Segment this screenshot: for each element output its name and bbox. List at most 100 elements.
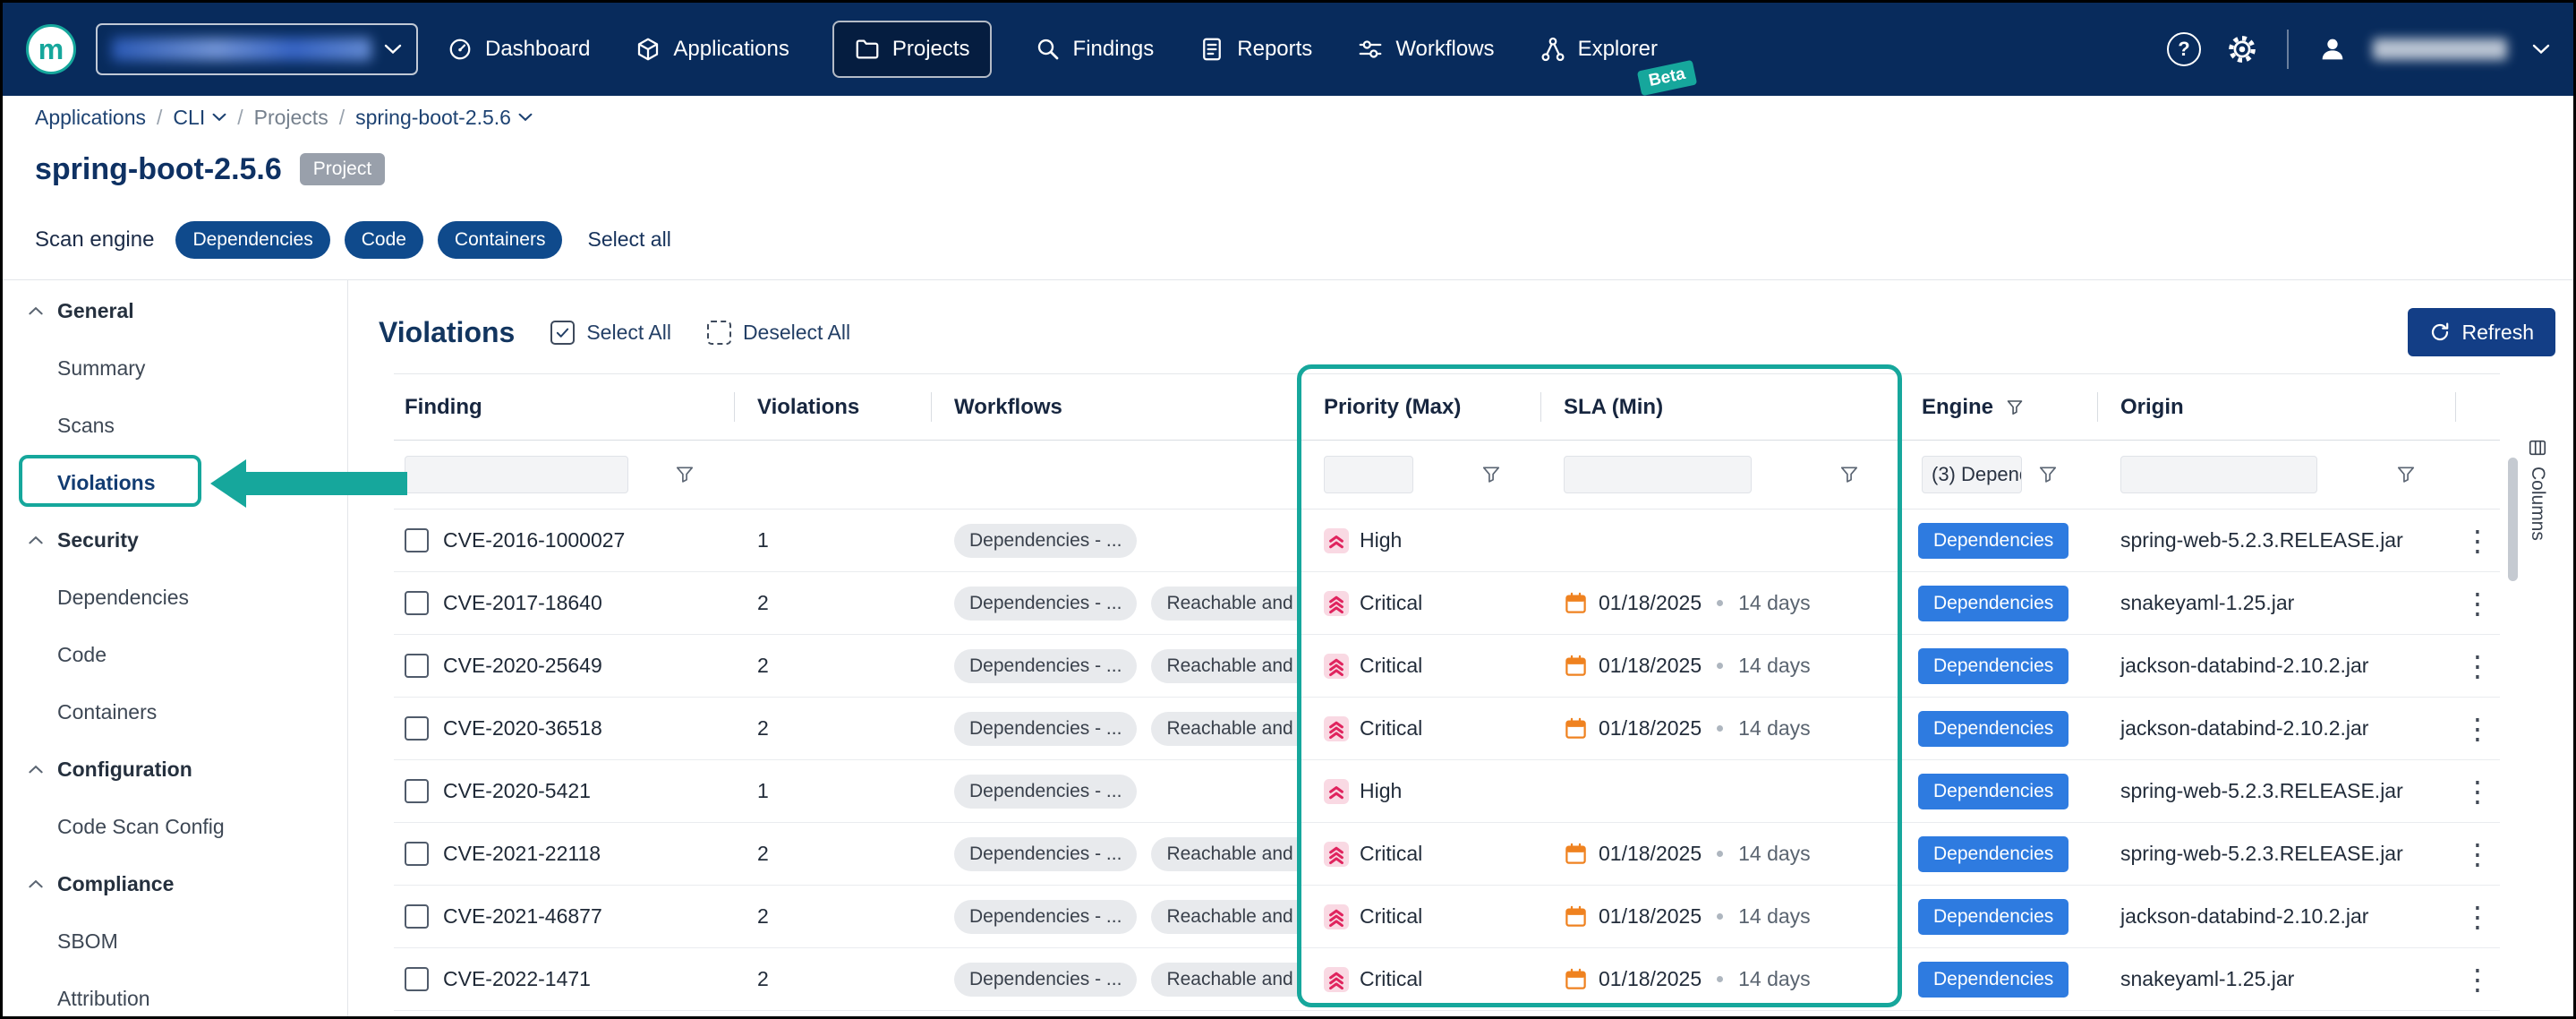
breadcrumb-cli[interactable]: CLI (173, 106, 226, 130)
finding-id[interactable]: CVE-2021-22118 (443, 842, 601, 866)
finding-id[interactable]: CVE-2020-36518 (443, 716, 602, 741)
priority-cell: High (1301, 760, 1540, 822)
breadcrumb-applications[interactable]: Applications (35, 106, 146, 130)
sidebar-section-configuration[interactable]: Configuration (3, 741, 347, 798)
sidebar-section-compliance[interactable]: Compliance (3, 855, 347, 912)
sidebar-item-scans[interactable]: Scans (3, 397, 347, 454)
engine-filter-input[interactable]: (3) Depend (1922, 456, 2022, 493)
sidebar-item-summary[interactable]: Summary (3, 339, 347, 397)
nav-item-dashboard[interactable]: Dashboard (445, 22, 592, 76)
row-menu-kebab[interactable]: ⋮ (2463, 777, 2492, 806)
checkbox-dashed-icon (707, 321, 731, 345)
nav-item-projects[interactable]: Projects (832, 21, 992, 78)
finding-id[interactable]: CVE-2022-1471 (443, 967, 591, 991)
scan-engine-containers[interactable]: Containers (438, 221, 563, 259)
row-checkbox[interactable] (405, 654, 429, 678)
breadcrumb-project[interactable]: spring-boot-2.5.6 (355, 106, 533, 130)
origin-filename: spring-web-5.2.3.RELEASE.jar (2120, 528, 2403, 552)
nav-item-reports[interactable]: Reports (1197, 22, 1314, 76)
scan-engine-code[interactable]: Code (345, 221, 423, 259)
sidebar-item-sbom[interactable]: SBOM (3, 912, 347, 970)
row-checkbox[interactable] (405, 528, 429, 552)
origin-filter-input[interactable] (2120, 456, 2317, 493)
row-menu-kebab[interactable]: ⋮ (2463, 903, 2492, 931)
row-menu-kebab[interactable]: ⋮ (2463, 965, 2492, 994)
finding-id[interactable]: CVE-2016-1000027 (443, 528, 625, 552)
finding-id[interactable]: CVE-2020-25649 (443, 654, 602, 678)
nav-item-workflows[interactable]: Workflows (1355, 22, 1496, 76)
filter-funnel-icon[interactable] (675, 465, 695, 484)
column-header-actions (2455, 374, 2500, 440)
scan-engine-dependencies[interactable]: Dependencies (175, 221, 329, 259)
help-button[interactable]: ? (2167, 32, 2201, 66)
violations-count: 2 (757, 654, 769, 678)
row-checkbox[interactable] (405, 904, 429, 929)
workflow-pill: Reachable and C... (1151, 712, 1301, 746)
workflow-pill: Dependencies - ... (954, 837, 1137, 871)
calendar-icon (1564, 591, 1588, 615)
column-header-origin[interactable]: Origin (2097, 374, 2455, 440)
sla-cell: 01/18/2025 14 days (1540, 823, 1898, 885)
column-header-sla[interactable]: SLA (Min) (1540, 374, 1898, 440)
filter-funnel-icon[interactable] (1481, 465, 1501, 484)
sidebar-item-code-scan-config[interactable]: Code Scan Config (3, 798, 347, 855)
row-menu-kebab[interactable]: ⋮ (2463, 652, 2492, 681)
column-header-priority[interactable]: Priority (Max) (1301, 374, 1540, 440)
origin-cell: spring-web-5.2.3.RELEASE.jar (2097, 760, 2455, 822)
sla-date: 01/18/2025 (1599, 842, 1702, 866)
sidebar-section-label: General (57, 299, 134, 323)
filter-funnel-icon[interactable] (2396, 465, 2416, 484)
nav-item-applications[interactable]: Applications (633, 22, 790, 76)
column-header-workflows[interactable]: Workflows (931, 374, 1301, 440)
sidebar-item-code[interactable]: Code (3, 626, 347, 683)
filter-funnel-icon[interactable] (1839, 465, 1859, 484)
origin-filename: spring-web-5.2.3.RELEASE.jar (2120, 842, 2403, 866)
sla-filter-input[interactable] (1564, 456, 1752, 493)
nav-item-label: Workflows (1395, 37, 1494, 62)
row-checkbox[interactable] (405, 716, 429, 741)
table-scrollbar-thumb[interactable] (2508, 458, 2518, 581)
severity-icon (1324, 967, 1349, 992)
filter-funnel-icon[interactable] (2006, 398, 2024, 416)
finding-id[interactable]: CVE-2017-18640 (443, 591, 602, 615)
priority-filter-input[interactable] (1324, 456, 1413, 493)
row-menu-kebab[interactable]: ⋮ (2463, 589, 2492, 618)
row-menu-kebab[interactable]: ⋮ (2463, 527, 2492, 555)
sidebar-item-violations[interactable]: Violations (3, 454, 347, 511)
row-checkbox[interactable] (405, 591, 429, 615)
columns-panel-toggle[interactable]: Columns (2527, 438, 2548, 541)
sidebar-item-containers[interactable]: Containers (3, 683, 347, 741)
workflow-pill: Reachable and C... (1151, 649, 1301, 683)
actions-cell: ⋮ (2455, 635, 2500, 697)
row-menu-kebab[interactable]: ⋮ (2463, 715, 2492, 743)
sidebar-section-security[interactable]: Security (3, 511, 347, 569)
refresh-button[interactable]: Refresh (2408, 308, 2555, 356)
column-header-finding[interactable]: Finding (394, 374, 734, 440)
chevron-down-icon (212, 113, 226, 122)
finding-cell: CVE-2021-46877 (394, 886, 734, 947)
column-header-engine[interactable]: Engine (1898, 374, 2097, 440)
org-dropdown[interactable] (96, 23, 418, 75)
column-header-violations[interactable]: Violations (734, 374, 931, 440)
sidebar-section-general[interactable]: General (3, 282, 347, 339)
row-checkbox[interactable] (405, 967, 429, 991)
row-checkbox[interactable] (405, 779, 429, 803)
engine-pill: Dependencies (1918, 899, 2068, 935)
row-checkbox[interactable] (405, 842, 429, 866)
select-all-button[interactable]: Select All (550, 321, 671, 345)
sidebar-item-dependencies[interactable]: Dependencies (3, 569, 347, 626)
deselect-all-button[interactable]: Deselect All (707, 321, 850, 345)
gear-icon[interactable] (2226, 33, 2258, 65)
sidebar-item-attribution[interactable]: Attribution (3, 970, 347, 1019)
nav-item-explorer[interactable]: Explorer Beta (1538, 22, 1659, 76)
chevron-down-icon[interactable] (2532, 44, 2550, 55)
scan-engine-select-all[interactable]: Select all (587, 227, 670, 252)
violations-cell: 2 (734, 698, 931, 759)
nav-item-findings[interactable]: Findings (1033, 22, 1156, 76)
row-menu-kebab[interactable]: ⋮ (2463, 840, 2492, 869)
finding-id[interactable]: CVE-2020-5421 (443, 779, 591, 803)
filter-funnel-icon[interactable] (2038, 465, 2058, 484)
finding-filter-input[interactable] (405, 456, 628, 493)
finding-id[interactable]: CVE-2021-46877 (443, 904, 602, 929)
filter-cell-sla (1540, 441, 1898, 509)
